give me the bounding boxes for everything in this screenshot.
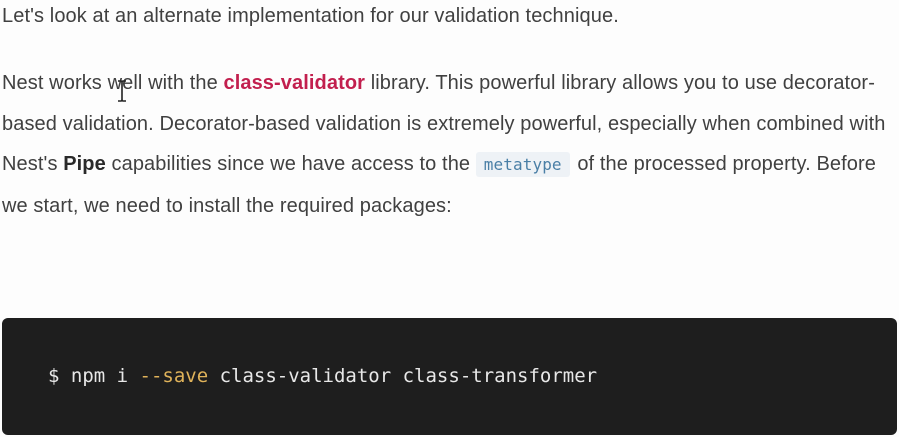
install-code-block[interactable]: $ npm i --save class-validator class-tra… [2,318,897,435]
intro-text: Let's look at an alternate implementatio… [2,5,619,27]
class-validator-link[interactable]: class-validator [223,72,365,94]
save-flag: --save [139,365,209,387]
docs-page: Let's look at an alternate implementatio… [0,0,899,437]
command-args: class-validator class-transformer [208,365,598,387]
paragraph-text-1: Nest works well with the [2,72,224,94]
install-command: $ npm i --save class-validator class-tra… [48,363,597,389]
validation-paragraph: Nest works well with the class-validator… [2,63,897,226]
metatype-inline-code: metatype [475,152,570,177]
command-prompt: $ npm i [48,365,140,387]
paragraph-text-3: capabilities since we have access to the [105,153,476,175]
pipe-term: Pipe [63,153,106,175]
